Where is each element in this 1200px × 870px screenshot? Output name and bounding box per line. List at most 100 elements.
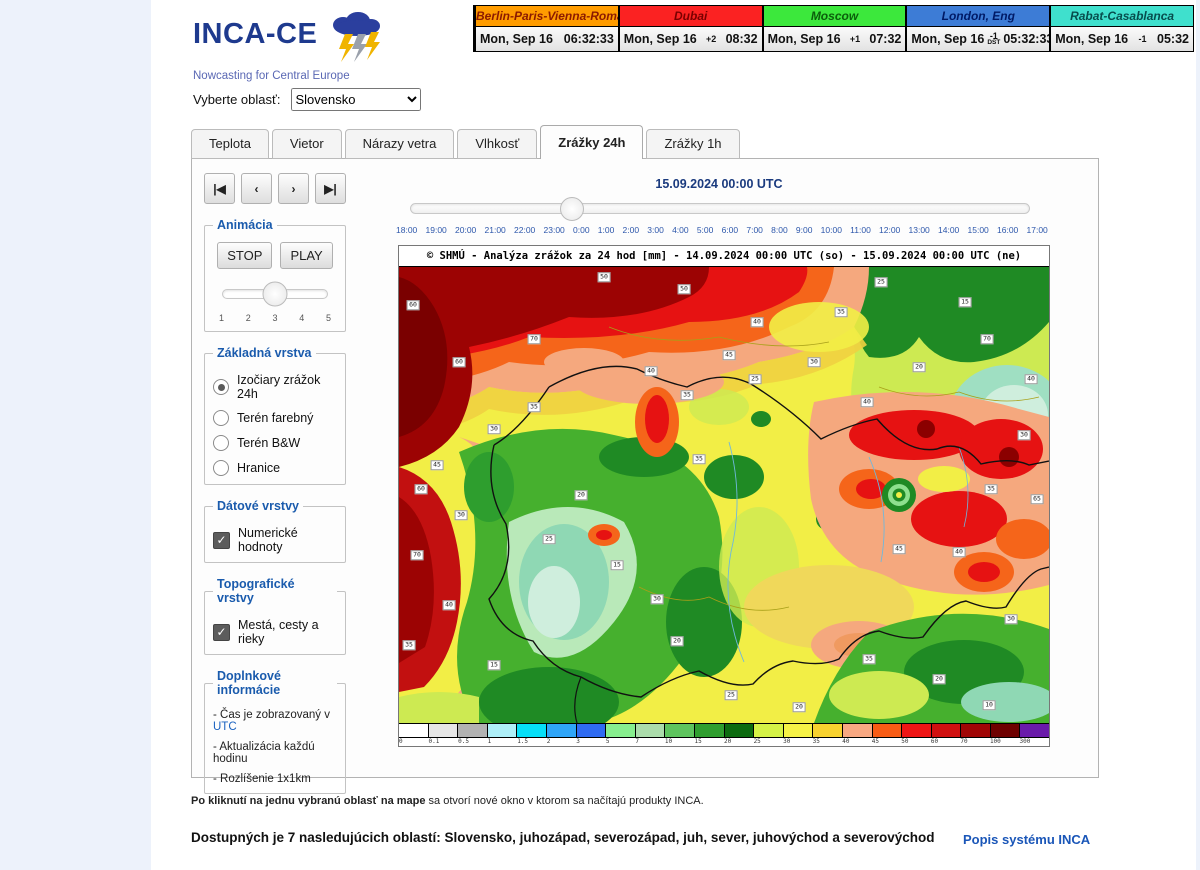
region-select-label: Vyberte oblasť: [193,92,281,107]
radio-icon[interactable] [213,435,229,451]
clock-column: London, Eng Mon, Sep 16 -1 DST 05:32:33 [905,6,1049,51]
precip-value-label: 25 [749,374,762,384]
clock-date: Mon, Sep 16 [480,32,553,46]
clock-time-row: Mon, Sep 16 -1 05:32 [1051,27,1193,51]
option-label: Hranice [237,461,280,475]
precip-value-label: 25 [725,690,738,700]
last-frame-button[interactable]: ▶| [315,173,346,204]
precip-value-label: 70 [528,334,541,344]
colorbar-cell [577,724,607,737]
animation-group: Animácia STOP PLAY 12345 [204,218,346,332]
first-frame-button[interactable]: |◀ [204,173,235,204]
colorbar [399,724,1049,738]
radio-checked-icon[interactable] [213,379,229,395]
clock-date: Mon, Sep 16 [624,32,697,46]
extra-info-group: Doplnkové informácie - Čas je zobrazovan… [204,669,346,794]
base-layer-option[interactable]: Hranice [213,460,337,476]
stop-button[interactable]: STOP [217,242,272,269]
play-button[interactable]: PLAY [280,242,332,269]
colorbar-cell [813,724,843,737]
time-tick: 2:00 [623,225,640,235]
base-layer-option[interactable]: Terén farebný [213,410,337,426]
tab-teplota[interactable]: Teplota [191,129,269,159]
region-select[interactable]: Slovensko [291,88,421,111]
colorbar-cell [961,724,991,737]
time-tick: 21:00 [485,225,506,235]
speed-scale-label: 5 [326,313,331,323]
time-slider-thumb[interactable] [560,197,584,221]
precip-value-label: 35 [528,402,541,412]
time-tick: 9:00 [796,225,813,235]
clock-city: Moscow [764,6,906,27]
colorbar-cell [784,724,814,737]
colorbar-cell [636,724,666,737]
precip-value-label: 15 [959,297,972,307]
precip-value-label: 60 [453,357,466,367]
checkbox-checked-icon[interactable]: ✓ [213,624,230,641]
time-tick: 14:00 [938,225,959,235]
data-layer-option[interactable]: ✓ Numerické hodnoty [213,526,337,554]
speed-scale-label: 2 [246,313,251,323]
precip-value-label: 30 [488,424,501,434]
time-tick: 17:00 [1027,225,1048,235]
tab-zrazky-24h[interactable]: Zrážky 24h [540,125,643,159]
colorbar-label: 1.5 [517,738,547,746]
colorbar-label: 70 [960,738,990,746]
option-label: Izočiary zrážok 24h [237,373,337,401]
clock-date: Mon, Sep 16 [911,32,984,46]
utc-link[interactable]: UTC [213,721,237,733]
topo-layers-group: Topografické vrstvy ✓ Mestá, cesty a rie… [204,577,346,655]
time-tick: 0:00 [573,225,590,235]
animation-speed-slider[interactable] [222,289,328,299]
clock-time: 06:32:33 [564,32,614,46]
topo-layer-option[interactable]: ✓ Mestá, cesty a rieky [213,618,337,646]
inca-description-link[interactable]: Popis systému INCA [963,832,1090,847]
colorbar-cell [873,724,903,737]
colorbar-label: 0.5 [458,738,488,746]
colorbar-cell [843,724,873,737]
clock-utc-offset: -1 [1131,35,1154,43]
precip-value-label: 20 [793,702,806,712]
tab-zrazky-1h[interactable]: Zrážky 1h [646,129,739,159]
checkbox-checked-icon[interactable]: ✓ [213,532,230,549]
map-title: © SHMÚ - Analýza zrážok za 24 hod [mm] -… [399,246,1049,266]
sidebar: |◀ ‹ › ▶| Animácia STOP PLAY 12345 [204,173,346,794]
region-select-row: Vyberte oblasť: Slovensko [193,88,421,111]
colorbar-label: 10 [665,738,695,746]
product-tabs: Teplota Vietor Nárazy vetra Vlhkosť Zráž… [191,125,743,159]
base-layer-option[interactable]: Terén B&W [213,435,337,451]
clock-time-row: Mon, Sep 16 -1 DST 05:32:33 [907,27,1049,51]
colorbar-label: 35 [813,738,843,746]
speed-scale-label: 4 [299,313,304,323]
animation-speed-thumb[interactable] [263,282,288,307]
precip-value-label: 45 [723,350,736,360]
precip-value-label: 10 [983,700,996,710]
clock-time: 07:32 [869,32,901,46]
map-click-note: Po kliknutí na jednu vybranú oblasť na m… [191,795,704,807]
previous-frame-button[interactable]: ‹ [241,173,272,204]
radio-icon[interactable] [213,410,229,426]
time-tick: 8:00 [771,225,788,235]
time-tick: 11:00 [850,225,871,235]
tab-vietor[interactable]: Vietor [272,129,342,159]
tab-vlhkost[interactable]: Vlhkosť [457,129,537,159]
precip-value-label: 35 [985,484,998,494]
time-slider[interactable] [410,203,1030,214]
tab-content-box: |◀ ‹ › ▶| Animácia STOP PLAY 12345 [191,158,1099,778]
clock-city: London, Eng [907,6,1049,27]
colorbar-cell [517,724,547,737]
clock-utc-offset: -1 DST [987,32,1000,47]
colorbar-label: 0.1 [429,738,459,746]
clock-date: Mon, Sep 16 [768,32,841,46]
tab-narazy-vetra[interactable]: Nárazy vetra [345,129,455,159]
precipitation-map[interactable]: © SHMÚ - Analýza zrážok za 24 hod [mm] -… [398,245,1050,747]
colorbar-cell [665,724,695,737]
next-frame-button[interactable]: › [278,173,309,204]
map-image[interactable]: 6060705050404535403035456030704015352520… [399,266,1049,724]
precip-value-label: 70 [411,550,424,560]
logo: INCA-CE Nowcasting for Central Europe [193,18,453,82]
precip-value-label: 35 [693,454,706,464]
time-tick: 6:00 [722,225,739,235]
base-layer-option[interactable]: Izočiary zrážok 24h [213,373,337,401]
radio-icon[interactable] [213,460,229,476]
